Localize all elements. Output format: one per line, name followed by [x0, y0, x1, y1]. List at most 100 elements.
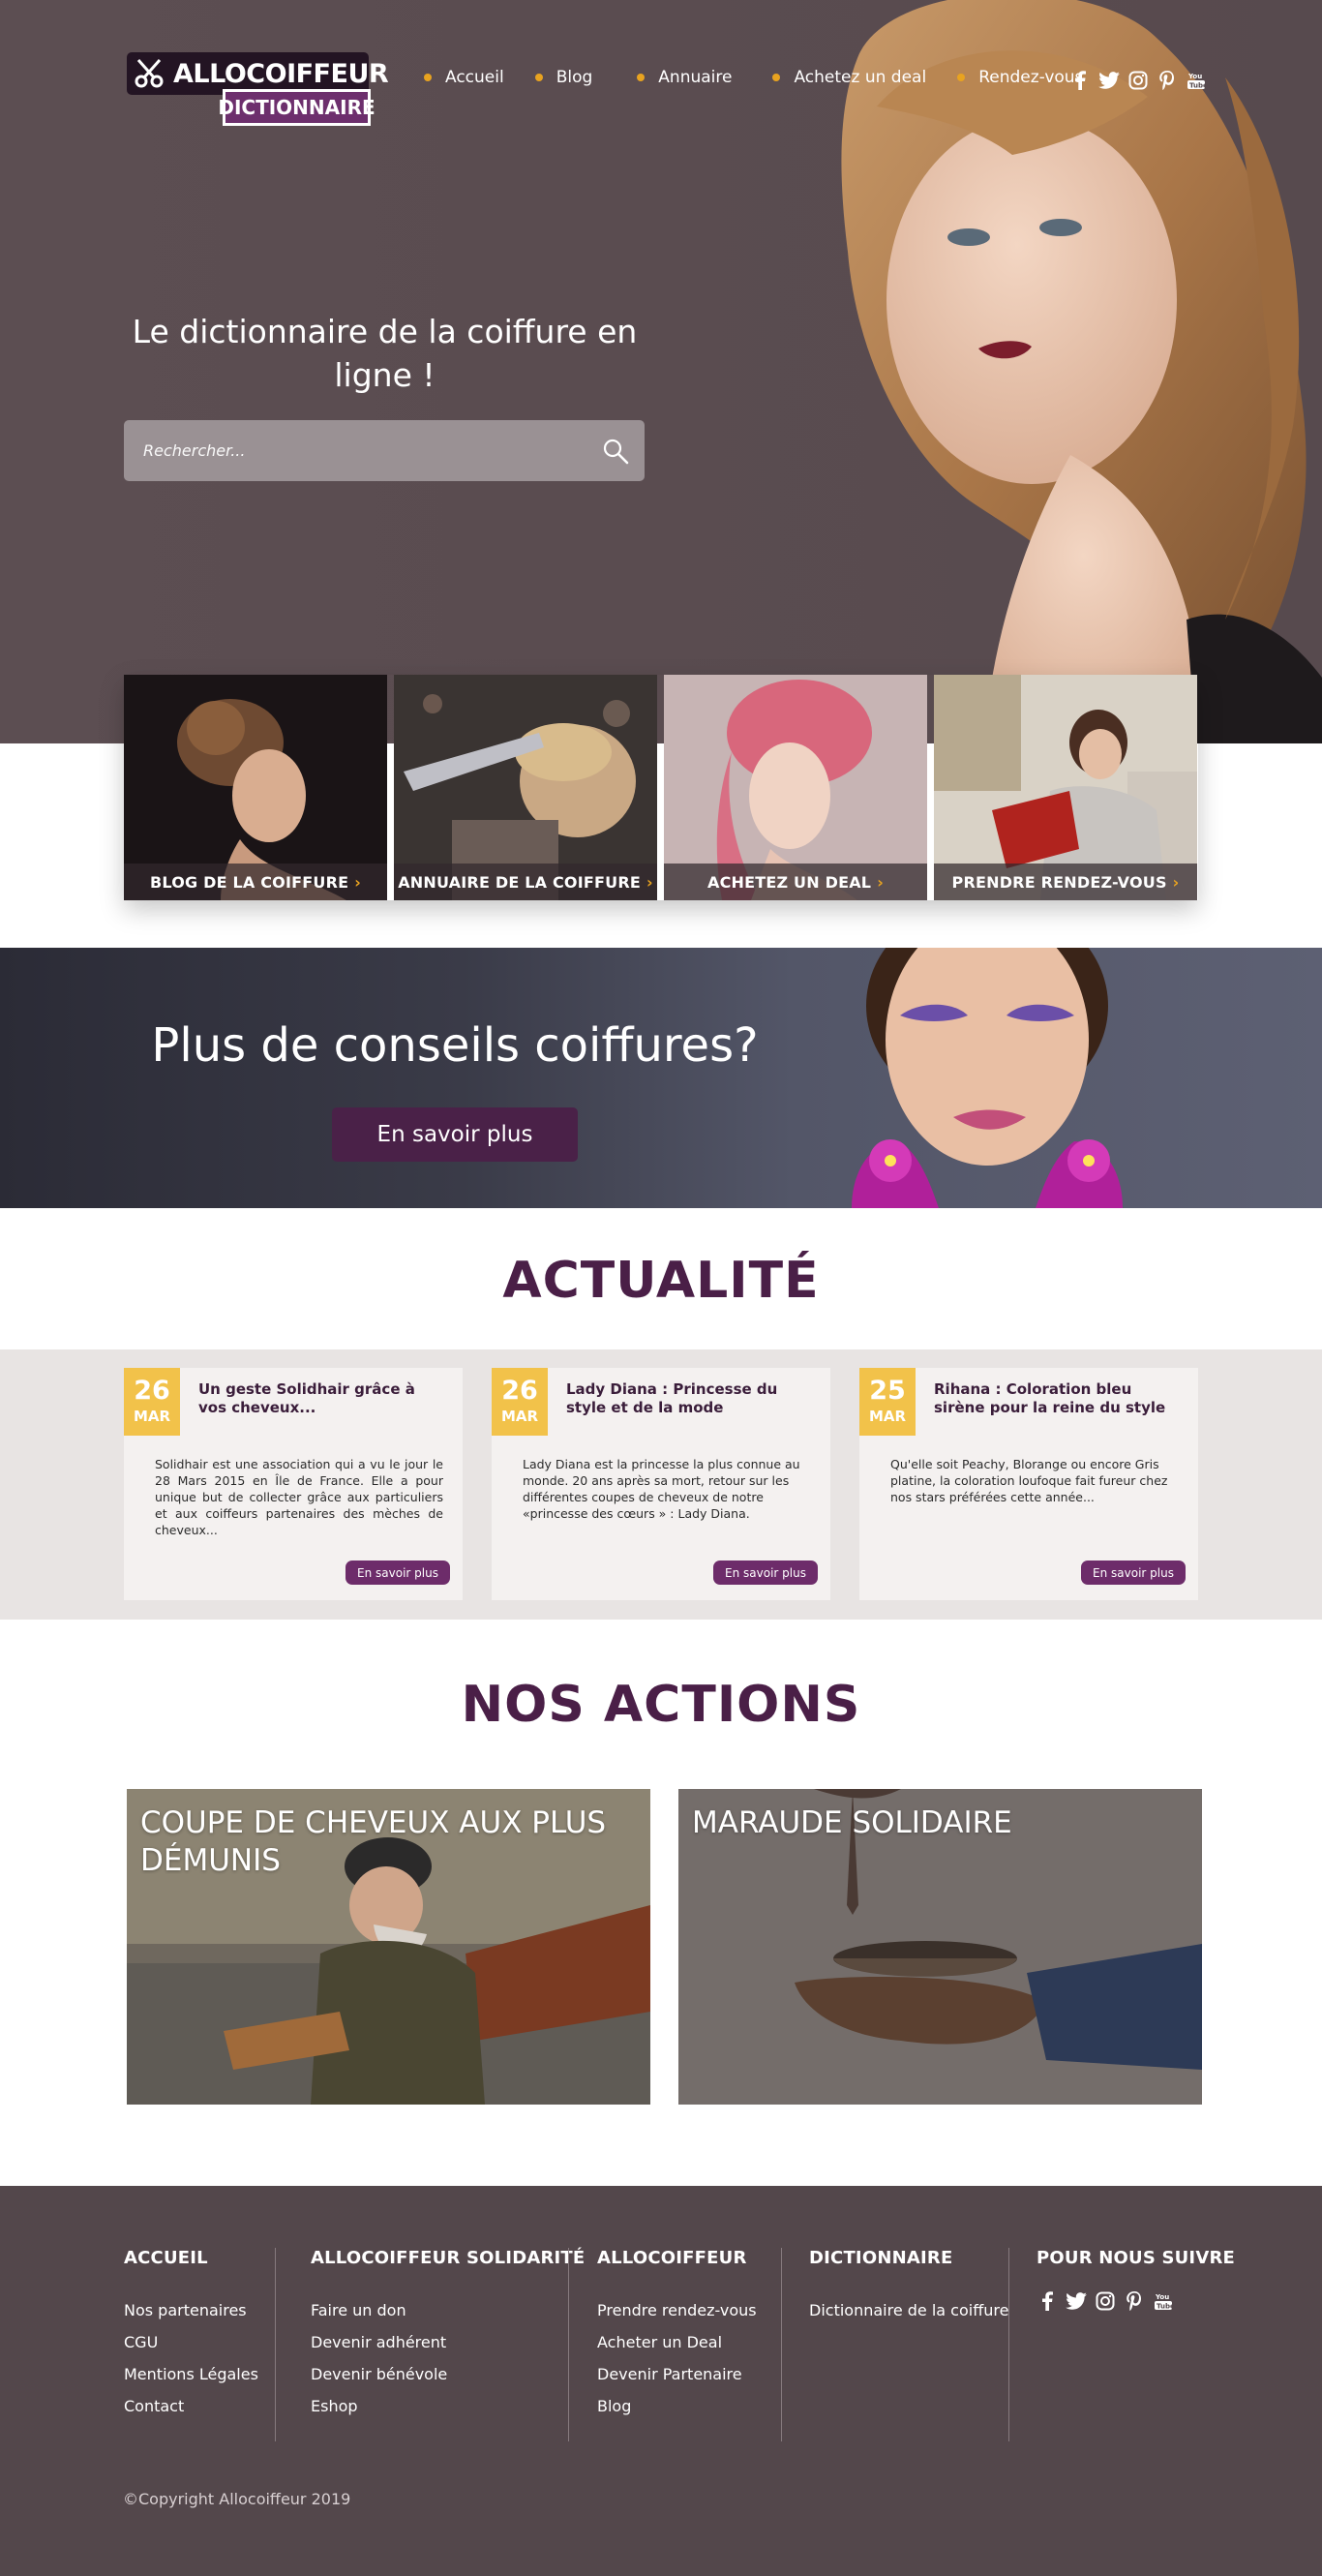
search-button[interactable]: [586, 420, 645, 481]
card-annuaire-label: ANNUAIRE DE LA COIFFURE ›: [394, 864, 657, 900]
footer-link-partenaires[interactable]: Nos partenaires: [124, 2294, 258, 2326]
footer-link-don[interactable]: Faire un don: [311, 2294, 585, 2326]
news-title[interactable]: Rihana : Coloration bleu sirène pour la …: [934, 1380, 1181, 1417]
promo-title: Plus de conseils coiffures?: [151, 1018, 759, 1073]
news-read-more-button[interactable]: En savoir plus: [1081, 1561, 1186, 1585]
action-maraude-title: MARAUDE SOLIDAIRE: [692, 1805, 1012, 1840]
search-input[interactable]: [124, 420, 586, 481]
footer-link-benevole[interactable]: Devenir bénévole: [311, 2358, 585, 2390]
actions-section-title: NOS ACTIONS: [461, 1676, 861, 1734]
card-deal[interactable]: ACHETEZ UN DEAL ›: [664, 675, 927, 900]
chevron-right-icon: ›: [646, 872, 653, 892]
news-month: MAR: [868, 1408, 907, 1425]
footer-link-cgu[interactable]: CGU: [124, 2326, 258, 2358]
nav-item-label: Rendez-vous: [978, 68, 1084, 87]
footer-link-contact[interactable]: Contact: [124, 2390, 258, 2422]
footer-link-dictionnaire[interactable]: Dictionnaire de la coiffure: [809, 2294, 1008, 2326]
logo-name: ALLOCOIFFEUR: [173, 58, 389, 89]
action-haircut-title: COUPE DE CHEVEUX AUX PLUS DÉMUNIS: [140, 1805, 607, 1878]
card-deal-label: ACHETEZ UN DEAL ›: [664, 864, 927, 900]
svg-text:You: You: [1155, 2293, 1169, 2301]
footer-link-rendez-vous[interactable]: Prendre rendez-vous: [597, 2294, 757, 2326]
search-bar: [124, 420, 645, 481]
news-date-badge: 26 MAR: [124, 1368, 180, 1436]
footer-column-title: DICTIONNAIRE: [809, 2248, 953, 2268]
youtube-icon[interactable]: You Tube: [1153, 2290, 1174, 2312]
card-annuaire[interactable]: ANNUAIRE DE LA COIFFURE ›: [394, 675, 657, 900]
news-excerpt: Lady Diana est la princesse la plus conn…: [523, 1457, 800, 1521]
pinterest-icon[interactable]: [1157, 70, 1178, 91]
card-rendez-vous-label: PRENDRE RENDEZ-VOUS ›: [934, 864, 1197, 900]
hero-title: Le dictionnaire de la coiffure en ligne …: [132, 313, 638, 394]
header-social-links: You Tube: [1069, 70, 1215, 91]
footer-link-blog[interactable]: Blog: [597, 2390, 757, 2422]
footer-link-adherent[interactable]: Devenir adhérent: [311, 2326, 585, 2358]
action-card-maraude[interactable]: MARAUDE SOLIDAIRE: [678, 1789, 1202, 2105]
nav-item-label: Achetez un deal: [794, 68, 927, 87]
card-rendez-vous[interactable]: PRENDRE RENDEZ-VOUS ›: [934, 675, 1197, 900]
category-cards: BLOG DE LA COIFFURE › ANNUAIRE DE LA COIF…: [124, 675, 1198, 900]
news-date-badge: 26 MAR: [492, 1368, 548, 1436]
card-blog-label: BLOG DE LA COIFFURE ›: [124, 864, 387, 900]
footer-column-solidarite: ALLOCOIFFEUR SOLIDARITÉ Faire un don Dev…: [311, 2248, 585, 2422]
news-month: MAR: [133, 1408, 171, 1425]
copyright-text: ©Copyright Allocoiffeur 2019: [123, 2490, 351, 2508]
hero-section: ALLOCOIFFEUR DICTIONNAIRE Accueil Blog A…: [0, 0, 1322, 743]
instagram-icon[interactable]: [1095, 2290, 1116, 2312]
footer-link-deal[interactable]: Acheter un Deal: [597, 2326, 757, 2358]
site-logo[interactable]: ALLOCOIFFEUR DICTIONNAIRE: [127, 52, 389, 128]
footer-column-dictionnaire: DICTIONNAIRE Dictionnaire de la coiffure: [809, 2248, 1008, 2326]
bullet-icon: [424, 74, 432, 81]
card-blog[interactable]: BLOG DE LA COIFFURE ›: [124, 675, 387, 900]
facebook-icon[interactable]: [1037, 2290, 1058, 2312]
chevron-right-icon: ›: [354, 872, 362, 892]
svg-text:You: You: [1187, 73, 1202, 80]
footer-column-accueil: ACCUEIL Nos partenaires CGU Mentions Lég…: [124, 2248, 258, 2422]
footer-column-title: ALLOCOIFFEUR SOLIDARITÉ: [311, 2248, 586, 2268]
news-day: 26: [134, 1376, 170, 1406]
bullet-icon: [772, 74, 781, 81]
footer-link-eshop[interactable]: Eshop: [311, 2390, 585, 2422]
news-card: 26 MAR Un geste Solidhair grâce à vos che…: [124, 1368, 463, 1600]
pinterest-icon[interactable]: [1124, 2290, 1145, 2312]
svg-text:Tube: Tube: [1157, 2303, 1173, 2311]
card-deal-text: ACHETEZ UN DEAL: [707, 872, 872, 892]
search-icon: [603, 439, 629, 464]
footer-divider: [1008, 2248, 1009, 2441]
nav-item-blog[interactable]: Blog: [534, 68, 593, 87]
hero-portrait-image: [841, 0, 1322, 743]
card-annuaire-text: ANNUAIRE DE LA COIFFURE: [398, 872, 641, 892]
news-title[interactable]: Lady Diana : Princesse du style et de la…: [566, 1380, 813, 1417]
promo-makeup-image: [852, 948, 1123, 1208]
scissors-icon: [133, 56, 165, 91]
footer-link-mentions[interactable]: Mentions Légales: [124, 2358, 258, 2390]
bullet-icon: [637, 74, 646, 81]
card-blog-text: BLOG DE LA COIFFURE: [149, 872, 349, 892]
news-title[interactable]: Un geste Solidhair grâce à vos cheveux..…: [198, 1380, 445, 1417]
news-read-more-button[interactable]: En savoir plus: [346, 1561, 450, 1585]
twitter-icon[interactable]: [1098, 70, 1120, 91]
news-excerpt: Qu'elle soit Peachy, Blorange ou encore …: [890, 1457, 1168, 1504]
nav-item-label: Blog: [556, 68, 593, 87]
nav-item-accueil[interactable]: Accueil: [424, 68, 504, 87]
twitter-icon[interactable]: [1066, 2290, 1087, 2312]
news-read-more-button[interactable]: En savoir plus: [713, 1561, 818, 1585]
svg-text:Tube: Tube: [1189, 82, 1206, 90]
promo-learn-more-button[interactable]: En savoir plus: [332, 1107, 578, 1162]
footer-column-title: POUR NOUS SUIVRE: [1037, 2248, 1236, 2268]
youtube-icon[interactable]: You Tube: [1186, 70, 1207, 91]
footer-link-partenaire[interactable]: Devenir Partenaire: [597, 2358, 757, 2390]
nav-item-deal[interactable]: Achetez un deal: [772, 68, 926, 87]
news-day: 25: [869, 1376, 906, 1406]
instagram-icon[interactable]: [1127, 70, 1149, 91]
facebook-icon[interactable]: [1069, 70, 1091, 91]
logo-tagline: DICTIONNAIRE: [218, 89, 376, 126]
nav-item-rendez-vous[interactable]: Rendez-vous: [957, 68, 1083, 87]
nav-item-annuaire[interactable]: Annuaire: [637, 68, 732, 87]
news-card: 25 MAR Rihana : Coloration bleu sirène po…: [859, 1368, 1198, 1600]
action-card-haircut[interactable]: COUPE DE CHEVEUX AUX PLUS DÉMUNIS: [127, 1789, 650, 2105]
footer-social-links: You Tube: [1037, 2290, 1235, 2312]
news-card: 26 MAR Lady Diana : Princesse du style et…: [492, 1368, 830, 1600]
footer-column-title: ACCUEIL: [124, 2248, 208, 2268]
news-month: MAR: [500, 1408, 539, 1425]
